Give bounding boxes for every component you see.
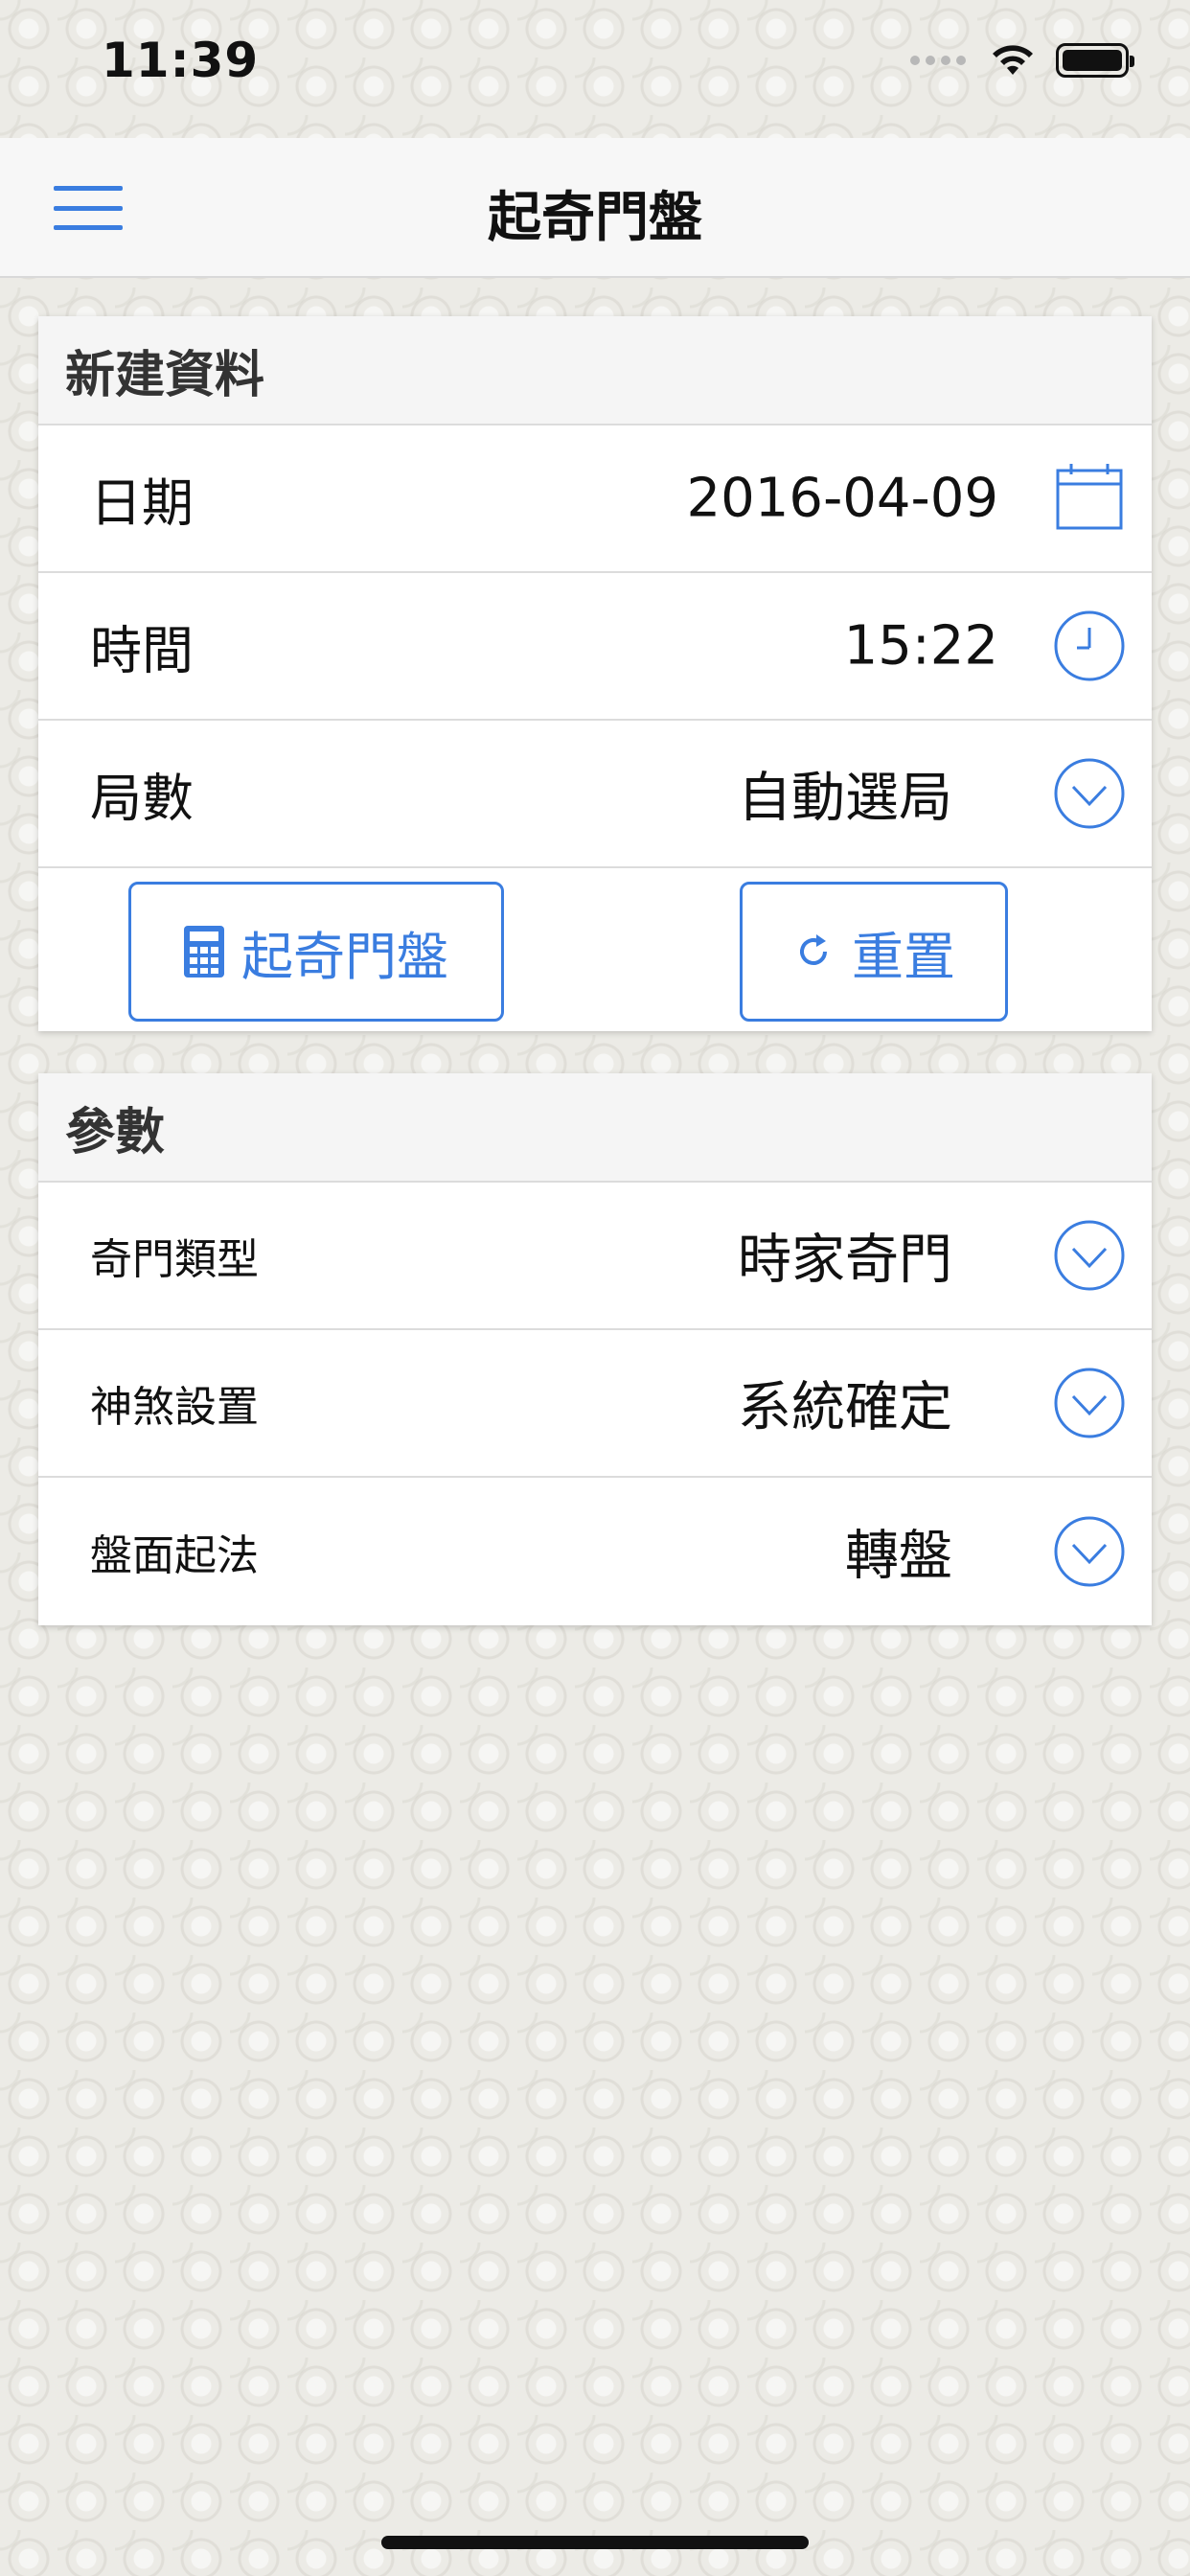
- calculate-button-label: 起奇門盤: [241, 926, 448, 987]
- params-header: 參數: [38, 1073, 1152, 1183]
- shensha-setting-row[interactable]: 神煞設置 系統確定: [38, 1330, 1152, 1478]
- ju-number-label: 局數: [90, 768, 194, 829]
- chevron-down-circle-icon[interactable]: [1052, 1514, 1127, 1589]
- qimen-type-value: 時家奇門: [738, 1229, 952, 1292]
- time-row[interactable]: 時間 15:22: [38, 573, 1152, 721]
- action-button-row: 起奇門盤 重置: [38, 868, 1152, 1031]
- status-bar: 11:39: [0, 0, 1190, 138]
- board-method-value: 轉盤: [845, 1525, 952, 1588]
- chevron-down-circle-icon[interactable]: [1052, 1366, 1127, 1440]
- status-time: 11:39: [102, 33, 260, 88]
- chevron-down-circle-icon[interactable]: [1052, 756, 1127, 831]
- page-title: 起奇門盤: [488, 187, 702, 249]
- home-indicator[interactable]: [381, 2536, 809, 2549]
- calculate-button[interactable]: 起奇門盤: [128, 882, 504, 1022]
- clock-icon[interactable]: [1052, 609, 1127, 683]
- wifi-icon: [993, 45, 1033, 75]
- refresh-icon: [800, 934, 827, 965]
- shensha-setting-value: 系統確定: [738, 1376, 952, 1439]
- new-data-header: 新建資料: [38, 316, 1152, 426]
- time-label: 時間: [90, 620, 194, 681]
- signal-dots-icon: [910, 56, 966, 65]
- date-value: 2016-04-09: [686, 467, 998, 530]
- navigation-bar: 起奇門盤: [0, 138, 1190, 278]
- new-data-card: 新建資料 日期 2016-04-09 時間 15:22 局數 自動選局 起奇門盤…: [38, 316, 1152, 1031]
- qimen-type-row[interactable]: 奇門類型 時家奇門: [38, 1183, 1152, 1330]
- shensha-setting-label: 神煞設置: [90, 1383, 259, 1432]
- date-label: 日期: [90, 472, 194, 534]
- calendar-icon[interactable]: [1052, 461, 1127, 536]
- battery-icon: [1056, 43, 1134, 78]
- qimen-type-label: 奇門類型: [90, 1235, 259, 1284]
- reset-button[interactable]: 重置: [740, 882, 1008, 1022]
- ju-number-row[interactable]: 局數 自動選局: [38, 721, 1152, 868]
- calculator-icon: [184, 926, 224, 978]
- board-method-label: 盤面起法: [90, 1531, 259, 1580]
- status-icons: [910, 42, 1134, 79]
- date-row[interactable]: 日期 2016-04-09: [38, 426, 1152, 573]
- ju-number-value: 自動選局: [738, 767, 952, 830]
- chevron-down-circle-icon[interactable]: [1052, 1218, 1127, 1293]
- reset-button-label: 重置: [852, 926, 955, 987]
- params-card: 參數 奇門類型 時家奇門 神煞設置 系統確定 盤面起法 轉盤: [38, 1073, 1152, 1625]
- time-value: 15:22: [843, 614, 998, 678]
- board-method-row[interactable]: 盤面起法 轉盤: [38, 1478, 1152, 1625]
